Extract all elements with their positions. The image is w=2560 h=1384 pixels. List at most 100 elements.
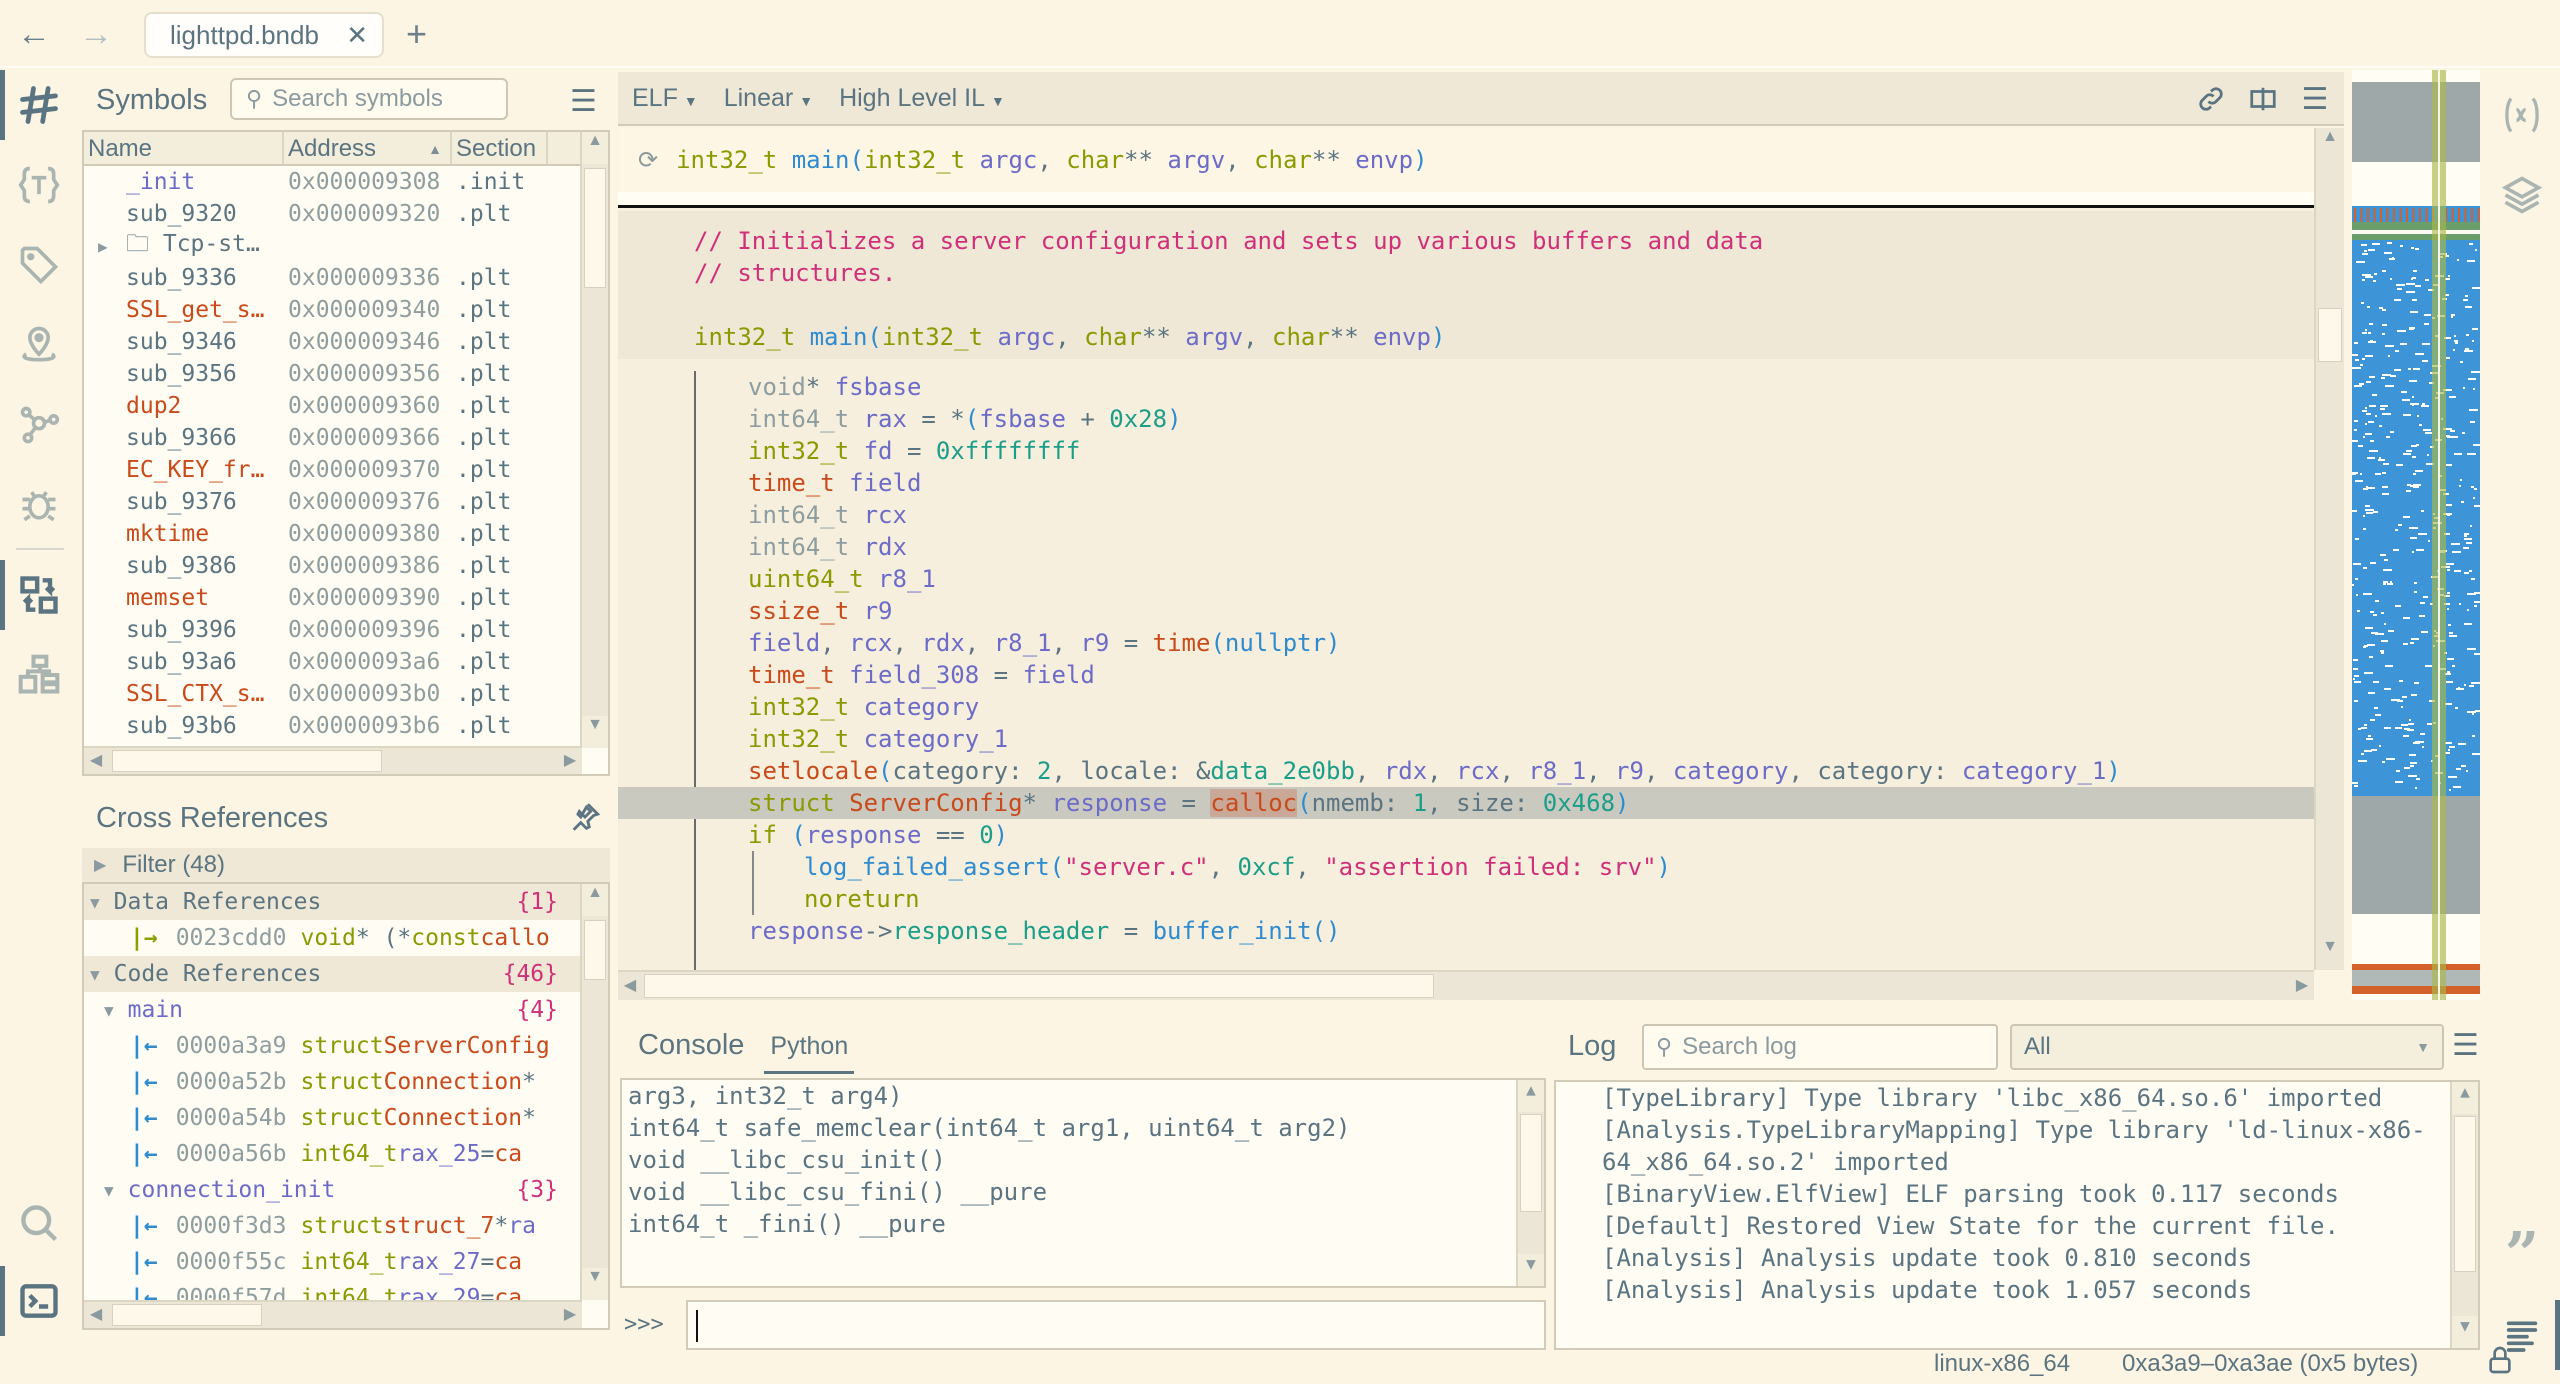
code-token[interactable]: rdx bbox=[1384, 757, 1427, 785]
code-token[interactable]: r9 bbox=[1080, 629, 1109, 657]
code-token[interactable]: 0xffffffff bbox=[936, 437, 1081, 465]
sidebar-item-search[interactable] bbox=[0, 1188, 78, 1258]
code-token[interactable]: envp bbox=[1373, 323, 1431, 351]
view-type-dropdown[interactable]: ELF ▼ bbox=[632, 84, 698, 113]
scroll-down-arrow[interactable]: ▼ bbox=[582, 1268, 608, 1300]
code-line[interactable]: int32_t category bbox=[748, 691, 979, 723]
code-token[interactable]: , bbox=[820, 629, 849, 657]
column-header-name[interactable]: Name bbox=[84, 132, 284, 164]
code-token[interactable]: rdx bbox=[864, 533, 907, 561]
sidebar-item-debugger[interactable] bbox=[0, 470, 78, 540]
scroll-left-arrow[interactable]: ◀ bbox=[84, 748, 108, 774]
code-token[interactable]: , bbox=[965, 629, 994, 657]
code-token[interactable]: argc bbox=[980, 146, 1038, 174]
chevron-down-icon[interactable]: ▼ bbox=[90, 893, 100, 912]
code-token[interactable]: , bbox=[1427, 757, 1456, 785]
code-comment[interactable]: // structures. bbox=[694, 257, 896, 289]
code-token[interactable]: , bbox=[1243, 323, 1272, 351]
code-token[interactable]: response bbox=[1051, 789, 1167, 817]
code-token[interactable]: -> bbox=[864, 917, 893, 945]
xref-function-group[interactable]: ▼ main {4} bbox=[84, 992, 608, 1028]
code-reference-row[interactable]: |← 0000f55c int64_t rax_27 = ca bbox=[84, 1244, 608, 1280]
code-token[interactable]: field bbox=[748, 629, 820, 657]
sync-link-button[interactable] bbox=[2194, 82, 2228, 116]
code-token[interactable]: char bbox=[1066, 146, 1124, 174]
code-token[interactable]: nmemb: bbox=[1312, 789, 1413, 817]
code-token[interactable]: main bbox=[810, 323, 868, 351]
status-architecture[interactable]: linux-x86_64 bbox=[1934, 1350, 2070, 1378]
code-token[interactable]: main bbox=[792, 146, 850, 174]
code-token[interactable]: int32_t bbox=[676, 146, 792, 174]
code-token[interactable]: ) bbox=[2106, 757, 2120, 785]
code-token[interactable]: ** bbox=[1330, 323, 1373, 351]
log-vertical-scrollbar[interactable]: ▲ ▼ bbox=[2450, 1082, 2478, 1348]
code-token[interactable]: , category: bbox=[1788, 757, 1961, 785]
symbols-horizontal-scrollbar[interactable]: ◀ ▶ bbox=[84, 746, 582, 774]
code-token[interactable]: = bbox=[979, 661, 1022, 689]
code-line[interactable]: int32_t fd = 0xffffffff bbox=[748, 435, 1080, 467]
scroll-down-arrow[interactable]: ▼ bbox=[582, 716, 608, 748]
symbol-row[interactable]: sub_9386 0x000009386 .plt bbox=[84, 550, 608, 582]
code-token[interactable]: argv bbox=[1167, 146, 1225, 174]
code-token[interactable]: int32_t bbox=[748, 437, 864, 465]
code-token[interactable]: (nullptr) bbox=[1210, 629, 1340, 657]
code-token[interactable]: , bbox=[1586, 757, 1615, 785]
code-token[interactable]: data_2e0bb bbox=[1210, 757, 1355, 785]
sidebar-item-comments[interactable]: ” bbox=[2484, 1220, 2560, 1290]
code-line[interactable]: time_t field bbox=[748, 467, 921, 499]
code-token[interactable]: 1 bbox=[1413, 789, 1427, 817]
code-token[interactable]: ( bbox=[965, 405, 979, 433]
code-token[interactable]: ** bbox=[1124, 146, 1167, 174]
code-token[interactable]: = bbox=[893, 437, 936, 465]
code-reference-row[interactable]: |← 0000a56b int64_t rax_25 = ca bbox=[84, 1136, 608, 1172]
code-token[interactable]: , bbox=[1037, 146, 1066, 174]
code-token[interactable]: * bbox=[806, 373, 835, 401]
sidebar-item-symbols[interactable] bbox=[0, 70, 78, 140]
log-search[interactable]: ⚲ bbox=[1642, 1024, 1998, 1070]
code-token[interactable]: category bbox=[864, 693, 980, 721]
scroll-thumb[interactable] bbox=[2318, 308, 2342, 362]
symbols-search[interactable]: ⚲ bbox=[230, 78, 508, 120]
scroll-up-arrow[interactable]: ▲ bbox=[582, 884, 608, 916]
code-line[interactable]: ssize_t r9 bbox=[748, 595, 893, 627]
code-horizontal-scrollbar[interactable]: ◀ ▶ bbox=[618, 970, 2314, 1000]
tab-python[interactable]: Python bbox=[764, 1032, 855, 1074]
code-token[interactable]: uint64_t bbox=[748, 565, 878, 593]
scroll-thumb[interactable] bbox=[112, 1304, 262, 1326]
sidebar-item-variables[interactable] bbox=[2484, 80, 2560, 150]
scroll-right-arrow[interactable]: ▶ bbox=[558, 748, 582, 774]
code-line[interactable]: uint64_t r8_1 bbox=[748, 563, 936, 595]
code-token[interactable]: ** bbox=[1312, 146, 1355, 174]
code-token[interactable]: ) bbox=[994, 821, 1008, 849]
symbol-row[interactable]: sub_9366 0x000009366 .plt bbox=[84, 422, 608, 454]
code-token[interactable]: 2 bbox=[1037, 757, 1051, 785]
log-search-input[interactable] bbox=[1682, 1033, 1983, 1061]
code-token[interactable]: 0x28 bbox=[1109, 405, 1167, 433]
code-token[interactable]: char bbox=[1084, 323, 1142, 351]
chevron-down-icon[interactable]: ▼ bbox=[104, 1181, 114, 1200]
code-token[interactable]: if bbox=[748, 821, 791, 849]
code-token[interactable]: argv bbox=[1185, 323, 1243, 351]
code-token[interactable]: category_1 bbox=[864, 725, 1009, 753]
function-signature[interactable]: int32_t main(int32_t argc, char** argv, … bbox=[694, 321, 1445, 353]
code-token[interactable]: , bbox=[1499, 757, 1528, 785]
data-reference-row[interactable]: |→ 0023cdd0 void * (* const callo bbox=[84, 920, 608, 956]
code-token[interactable]: int32_t bbox=[748, 693, 864, 721]
code-token[interactable]: time bbox=[1153, 629, 1211, 657]
scroll-up-arrow[interactable]: ▲ bbox=[582, 132, 608, 164]
code-token[interactable]: , bbox=[1209, 853, 1238, 881]
scroll-up-arrow[interactable]: ▲ bbox=[2316, 128, 2344, 160]
code-references-group[interactable]: ▼ Code References {46} bbox=[84, 956, 608, 992]
code-token[interactable]: category: bbox=[893, 757, 1038, 785]
code-reference-row[interactable]: |← 0000a54b struct Connection * bbox=[84, 1100, 608, 1136]
code-reference-row[interactable]: |← 0000a52b struct Connection * bbox=[84, 1064, 608, 1100]
code-token[interactable]: ( bbox=[867, 323, 881, 351]
scroll-thumb[interactable] bbox=[1520, 1114, 1542, 1212]
code-token[interactable]: ssize_t bbox=[748, 597, 864, 625]
scroll-thumb[interactable] bbox=[584, 168, 606, 288]
feature-map-minimap[interactable] bbox=[2352, 70, 2480, 1000]
symbol-row[interactable]: _init 0x000009308 .init bbox=[84, 166, 608, 198]
code-token[interactable]: rcx bbox=[849, 629, 892, 657]
code-token[interactable]: rax bbox=[864, 405, 907, 433]
code-line[interactable]: int64_t rcx bbox=[748, 499, 907, 531]
